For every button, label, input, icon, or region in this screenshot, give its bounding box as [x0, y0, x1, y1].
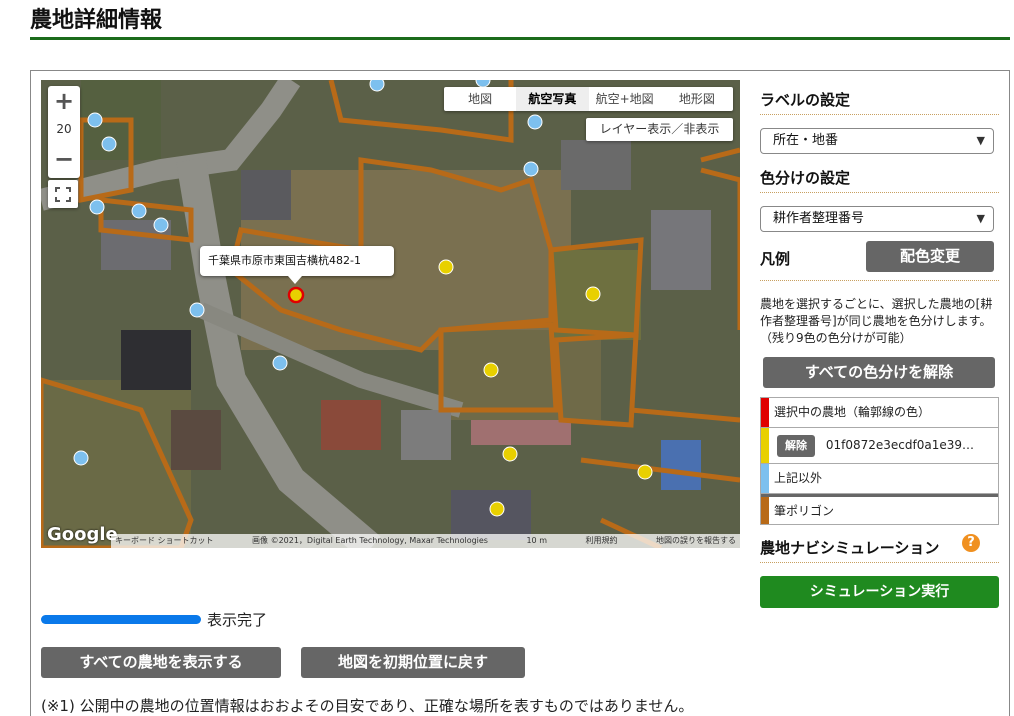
- legend-row-polygon: 筆ポリゴン: [761, 494, 998, 524]
- chevron-down-icon: ▼: [976, 134, 985, 147]
- help-icon[interactable]: ?: [962, 534, 980, 552]
- nav-simulation-heading: 農地ナビシミュレーション: [760, 539, 940, 557]
- disclaimer-note: (※1) 公開中の農地の位置情報はおおよその目安であり、正確な場所を表すものでは…: [41, 697, 694, 715]
- map-view[interactable]: + 20 − 地図 航空写真 航空+地図 地形図 レイヤー表示／非表示 千葉県市…: [41, 80, 740, 548]
- recolor-button[interactable]: 配色変更: [866, 241, 994, 272]
- reset-map-button[interactable]: 地図を初期位置に戻す: [301, 647, 525, 678]
- map-type-satellite[interactable]: 航空写真: [516, 87, 589, 111]
- map-type-bar: 地図 航空写真 航空+地図 地形図: [444, 87, 733, 111]
- legend-row-owner: 解除 01f0872e3ecdf0a1e39…: [761, 428, 998, 464]
- legend-swatch-red: [761, 398, 769, 427]
- map-type-terrain[interactable]: 地形図: [661, 87, 733, 111]
- divider: [760, 192, 999, 193]
- map-attribution: キーボード ショートカット 画像 ©2021，Digital Earth Tec…: [111, 534, 740, 548]
- report-error-link[interactable]: 地図の誤りを報告する: [656, 534, 736, 548]
- legend-label: 上記以外: [774, 471, 823, 485]
- page-title: 農地詳細情報: [30, 8, 163, 33]
- zoom-out-button[interactable]: −: [48, 146, 80, 174]
- label-select-value: 所在・地番: [773, 133, 839, 148]
- divider: [760, 114, 999, 115]
- color-description: 農地を選択するごとに、選択した農地の[耕作者整理番号]が同じ農地を色分けします。…: [760, 297, 993, 345]
- imagery-credit: 画像 ©2021，Digital Earth Technology, Maxar…: [252, 536, 488, 545]
- layer-toggle-button[interactable]: レイヤー表示／非表示: [586, 118, 733, 141]
- address-popup: 千葉県市原市東国吉横杭482-1: [200, 246, 394, 276]
- terms-link[interactable]: 利用規約: [585, 534, 617, 548]
- progress-bar: [41, 615, 201, 624]
- divider: [760, 280, 999, 281]
- legend-label: 選択中の農地（輪郭線の色）: [774, 405, 931, 419]
- color-select[interactable]: 耕作者整理番号 ▼: [760, 206, 994, 232]
- color-select-value: 耕作者整理番号: [773, 211, 865, 226]
- zoom-in-button[interactable]: +: [48, 88, 80, 116]
- legend-swatch-blue: [761, 464, 769, 493]
- keyboard-shortcuts-link[interactable]: キーボード ショートカット: [115, 534, 214, 548]
- legend-row-others: 上記以外: [761, 464, 998, 494]
- map-type-hybrid[interactable]: 航空+地図: [589, 87, 661, 111]
- scale-label[interactable]: 10 m: [526, 534, 547, 548]
- progress-status: 表示完了: [207, 611, 268, 629]
- popup-tail: [288, 276, 302, 284]
- fullscreen-button[interactable]: [48, 180, 78, 208]
- legend-clear-button[interactable]: 解除: [777, 434, 815, 457]
- title-divider: [30, 37, 1010, 40]
- run-simulation-button[interactable]: シミュレーション実行: [760, 576, 999, 608]
- label-settings-heading: ラベルの設定: [760, 91, 851, 109]
- legend-row-selected: 選択中の農地（輪郭線の色）: [761, 398, 998, 428]
- show-all-farmland-button[interactable]: すべての農地を表示する: [41, 647, 281, 678]
- divider: [760, 562, 999, 563]
- chevron-down-icon: ▼: [976, 212, 985, 225]
- zoom-level: 20: [56, 122, 72, 136]
- google-logo: Google: [47, 524, 118, 545]
- legend-heading: 凡例: [760, 250, 791, 268]
- clear-all-colors-button[interactable]: すべての色分けを解除: [763, 357, 995, 388]
- aerial-imagery: [41, 80, 740, 548]
- legend-swatch-brown: [761, 497, 769, 524]
- label-select[interactable]: 所在・地番 ▼: [760, 128, 994, 154]
- map-type-roadmap[interactable]: 地図: [444, 87, 516, 111]
- color-settings-heading: 色分けの設定: [760, 169, 851, 187]
- legend-label: 筆ポリゴン: [774, 504, 835, 518]
- fullscreen-icon: [55, 187, 71, 202]
- legend-owner-id: 01f0872e3ecdf0a1e39…: [825, 438, 974, 452]
- legend-table: 選択中の農地（輪郭線の色） 解除 01f0872e3ecdf0a1e39… 上記…: [760, 397, 999, 525]
- legend-swatch-yellow: [761, 428, 769, 463]
- zoom-control: + 20 −: [48, 86, 80, 178]
